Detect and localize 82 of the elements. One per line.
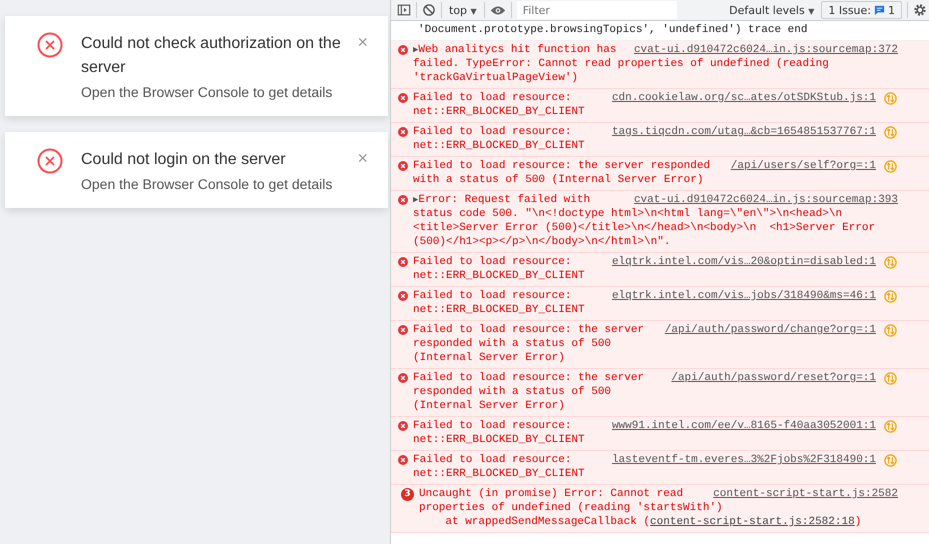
source-link[interactable]: /api/auth/password/reset?org=:1 [671, 371, 876, 385]
settings-icon[interactable] [913, 3, 927, 17]
source-link[interactable]: lasteventf-tm.everes…3%2Fjobs%2F318490:1 [612, 453, 876, 467]
error-icon [398, 421, 408, 431]
network-request-icon[interactable] [884, 256, 897, 268]
console-message-line: responded with a status of 500 [413, 337, 612, 351]
network-request-icon[interactable] [884, 290, 897, 302]
console-message-line: Uncaught (in promise) Error: Cannot read [419, 487, 684, 501]
console-message-line: (Internal Server Error) [413, 399, 566, 413]
console-message-line: Error: Request failed with [418, 193, 590, 207]
message-icon [874, 4, 885, 16]
network-request-icon[interactable] [884, 372, 897, 384]
source-link[interactable]: content-script-start.js:2582 [713, 487, 898, 501]
stack-trace-line: at wrappedSendMessageCallback (content-script-start.js:2582:18) [444, 515, 862, 529]
error-circle-icon [37, 32, 63, 58]
console-message-line: responded with a status of 500 [413, 385, 612, 399]
console-message-line: net::ERR_BLOCKED_BY_CLIENT [413, 303, 586, 317]
console-message-line: Failed to load resource: the server responded [413, 159, 710, 173]
context-dropdown[interactable]: top ▼ [447, 4, 479, 16]
console-message-line: Web analitycs hit function has [418, 43, 616, 57]
console-message-line: 'Document.prototype.browsingTopics', 'undefined') trace end [418, 23, 808, 37]
console-message-line: Failed to load resource: [413, 91, 572, 105]
console-message-line: 'trackGaVirtualPageView') [413, 71, 580, 85]
console-message-line: net::ERR_BLOCKED_BY_CLIENT [413, 467, 586, 481]
console-message-line: net::ERR_BLOCKED_BY_CLIENT [413, 139, 586, 153]
error-circle-icon [37, 148, 63, 174]
console-message-line: status code 500. "\n<!doctype html>\n<html lang=\"en\">\n<head>\n [413, 207, 844, 221]
expand-toggle[interactable]: ▶ [413, 43, 418, 57]
source-link[interactable]: /api/users/self?org=:1 [730, 159, 876, 173]
error-icon [398, 45, 408, 55]
source-link[interactable]: cvat-ui.d910472c6024…in.js:sourcemap:372 [634, 43, 898, 57]
issues-button[interactable]: 1 Issue: 1 [821, 1, 902, 19]
console-message-line: properties of undefined (reading 'startsWith') [419, 501, 724, 515]
notification-description: Open the Browser Console to get details [81, 176, 334, 192]
notification-title: Could not login on the server [81, 150, 287, 170]
eye-icon[interactable] [490, 4, 506, 16]
console-message-line: (Internal Server Error) [413, 351, 566, 365]
source-link[interactable]: tags.tiqcdn.com/utag…&cb=1654851537767:1 [612, 125, 876, 139]
network-request-icon[interactable] [884, 92, 897, 104]
console-message-line: failed. TypeError: Cannot read properties of undefined (reading [413, 57, 830, 71]
console-message-line: Failed to load resource: [413, 255, 572, 269]
error-icon [398, 127, 408, 137]
console-message-line: net::ERR_BLOCKED_BY_CLIENT [413, 105, 586, 119]
network-request-icon[interactable] [884, 420, 897, 432]
repeat-count-badge: 3 [401, 488, 414, 501]
network-request-icon[interactable] [884, 324, 897, 336]
error-icon [398, 455, 408, 465]
error-icon [398, 195, 408, 205]
network-request-icon[interactable] [884, 160, 897, 172]
error-icon [398, 161, 408, 171]
console-message-line: net::ERR_BLOCKED_BY_CLIENT [413, 433, 586, 447]
console-message-line: Failed to load resource: [413, 125, 572, 139]
source-link[interactable]: cdn.cookielaw.org/sc…ates/otSDKStub.js:1 [612, 91, 876, 105]
console-message-line: net::ERR_BLOCKED_BY_CLIENT [413, 269, 586, 283]
error-icon [398, 325, 408, 335]
source-link[interactable]: www91.intel.com/ee/v…8165-f40aa3052001:1 [612, 419, 876, 433]
network-request-icon[interactable] [884, 454, 897, 466]
error-icon [398, 291, 408, 301]
console-message-line: Failed to load resource: [413, 289, 572, 303]
filter-field[interactable]: Filter [516, 1, 677, 19]
error-icon [398, 257, 408, 267]
console-message-line: Failed to load resource: the server [413, 371, 644, 385]
source-link[interactable]: elqtrk.intel.com/vis…20&optin=disabled:1 [612, 255, 876, 269]
source-link[interactable]: elqtrk.intel.com/vis…jobs/318490&ms=46:1 [612, 289, 876, 303]
expand-toggle[interactable]: ▶ [413, 193, 418, 207]
stack-trace-link[interactable]: content-script-start.js:2582:18 [650, 516, 855, 528]
console-message-line: (500)</h1><p></p>\n</body>\n</html>\n". [413, 235, 672, 249]
error-icon [398, 373, 408, 383]
error-icon [398, 93, 408, 103]
notification-description: Open the Browser Console to get details [81, 84, 334, 100]
console-message-line: <title>Server Error (500)</title>\n</head>\n<body>\n <h1>Server Error [413, 221, 876, 235]
source-link[interactable]: /api/auth/password/change?org=:1 [664, 323, 876, 337]
notification-title: Could not check authorization on the server [81, 34, 342, 78]
sidebar-toggle-icon[interactable] [397, 3, 411, 17]
console-message-line: with a status of 500 (Internal Server Error) [413, 173, 704, 187]
source-link[interactable]: cvat-ui.d910472c6024…in.js:sourcemap:393 [634, 193, 898, 207]
console-message-line: Failed to load resource: [413, 419, 572, 433]
console-message-line: Failed to load resource: [413, 453, 572, 467]
clear-console-icon[interactable] [422, 3, 436, 17]
log-levels-dropdown[interactable]: Default levels ▼ [727, 4, 816, 16]
network-request-icon[interactable] [884, 126, 897, 138]
console-message-line: Failed to load resource: the server [413, 323, 644, 337]
